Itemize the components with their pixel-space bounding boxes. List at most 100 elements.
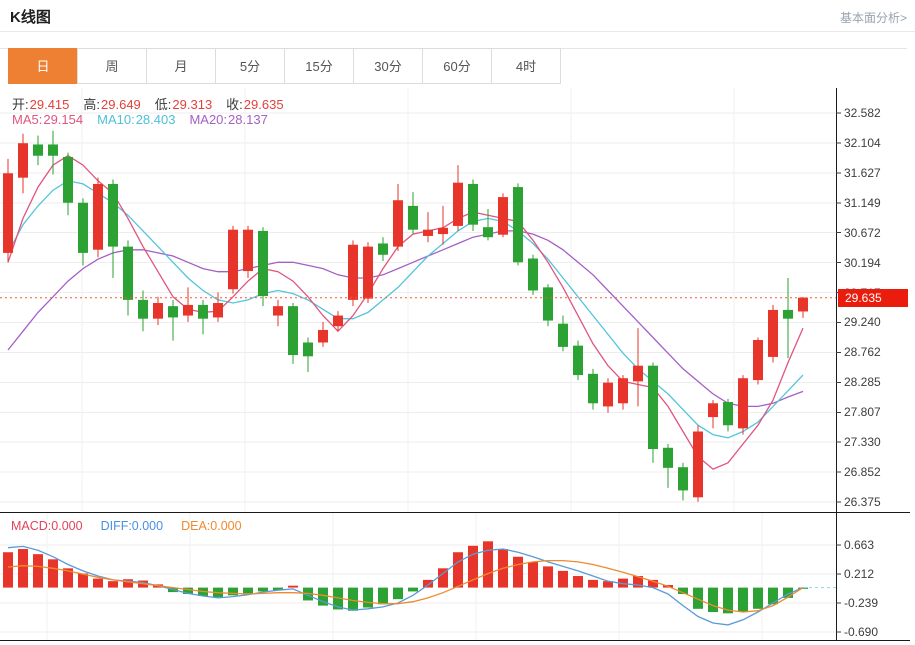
candle-body <box>393 200 403 246</box>
price-axis-label: 27.807 <box>844 405 881 419</box>
price-axis-label: 30.672 <box>844 226 881 240</box>
readout-value: 29.649 <box>101 97 141 112</box>
macd-bar <box>393 588 403 600</box>
candle-body <box>18 143 28 177</box>
price-axis-label: 31.627 <box>844 166 881 180</box>
candle-body <box>138 300 148 319</box>
macd-indicator: MACD:0.000 <box>11 519 83 533</box>
macd-bar <box>528 562 538 588</box>
macd-bar <box>363 588 373 608</box>
price-axis-label: 32.104 <box>844 136 881 150</box>
ohlc-readout: 开:29.415高:29.649低:29.313收:29.635 <box>12 94 298 113</box>
candle-body <box>213 303 223 317</box>
candle-body <box>348 245 358 300</box>
candle-body <box>753 340 763 380</box>
macd-axis-label: 0.663 <box>844 538 874 552</box>
candle-body <box>78 203 88 253</box>
price-axis-label: 30.194 <box>844 256 881 270</box>
readout-value: 28.403 <box>136 112 176 127</box>
macd-bar <box>558 571 568 588</box>
macd-bar <box>753 588 763 609</box>
macd-bar <box>288 586 298 588</box>
readout-label: MA20: <box>189 112 227 127</box>
macd-bar <box>378 588 388 605</box>
candlestick-series <box>3 131 808 502</box>
macd-bar <box>708 588 718 612</box>
candle-body <box>93 184 103 250</box>
macd-bar <box>513 557 523 588</box>
candle-body <box>318 330 328 343</box>
candle-body <box>228 230 238 290</box>
readout-label: 高: <box>83 97 100 112</box>
candle-body <box>168 306 178 317</box>
candle-body <box>183 305 193 316</box>
macd-bar <box>93 579 103 588</box>
candle-body <box>258 231 268 296</box>
candle-body <box>558 324 568 347</box>
candle-body <box>693 431 703 497</box>
readout-label: 收: <box>226 97 243 112</box>
candle-body <box>423 230 433 236</box>
macd-bar <box>243 588 253 594</box>
ma10-line <box>8 181 803 438</box>
macd-bar <box>423 580 433 588</box>
candle-body <box>633 366 643 382</box>
last-price-badge: 29.635 <box>838 289 908 307</box>
macd-bar <box>258 588 268 592</box>
macd-bar <box>33 554 43 587</box>
candle-body <box>198 305 208 319</box>
candle-body <box>108 184 118 247</box>
candle-body <box>378 243 388 254</box>
candle-body <box>723 402 733 425</box>
macd-bar <box>738 588 748 612</box>
macd-bar <box>768 588 778 605</box>
macd-axis-label: 0.212 <box>844 567 874 581</box>
candle-body <box>453 183 463 226</box>
macd-bar <box>108 581 118 587</box>
candle-body <box>783 310 793 319</box>
price-axis-label: 26.852 <box>844 465 881 479</box>
price-axis-label: 28.285 <box>844 375 881 389</box>
macd-bar <box>543 566 553 587</box>
macd-bar <box>78 573 88 587</box>
price-axis-label: 28.762 <box>844 345 881 359</box>
candle-body <box>468 184 478 225</box>
kline-widget: K线图 基本面分析> 日周月5分15分30分60分4时 32.58232.104… <box>0 0 915 645</box>
macd-readout: MACD:0.000DIFF:0.000DEA:0.000 <box>11 519 260 533</box>
macd-bar <box>18 549 28 588</box>
macd-bar <box>483 541 493 587</box>
price-axis-label: 26.375 <box>844 495 881 509</box>
candle-body <box>408 206 418 230</box>
price-axis-label: 27.330 <box>844 435 881 449</box>
readout-value: 29.415 <box>30 97 70 112</box>
candle-body <box>513 187 523 262</box>
candle-body <box>3 173 13 253</box>
macd-indicator: DIFF:0.000 <box>101 519 164 533</box>
macd-bar <box>588 580 598 588</box>
gridlines <box>0 88 836 640</box>
macd-axis-label: -0.239 <box>844 596 878 610</box>
candle-body <box>588 374 598 403</box>
candle-body <box>618 378 628 403</box>
candle-body <box>438 228 448 234</box>
macd-bar <box>348 588 358 611</box>
candle-body <box>573 346 583 375</box>
readout-value: 29.313 <box>172 97 212 112</box>
price-axis-label: 32.582 <box>844 106 881 120</box>
candle-body <box>33 144 43 155</box>
candle-body <box>48 144 58 155</box>
macd-bar <box>48 559 58 587</box>
price-axis-label: 29.240 <box>844 315 881 329</box>
candle-body <box>288 306 298 355</box>
readout-label: MA10: <box>97 112 135 127</box>
price-axis-label: 31.149 <box>844 196 881 210</box>
candle-body <box>363 247 373 299</box>
candle-body <box>768 310 778 357</box>
macd-bar <box>408 588 418 592</box>
candle-body <box>303 343 313 357</box>
macd-axis-label: -0.690 <box>844 625 878 639</box>
candle-body <box>798 298 808 312</box>
candle-body <box>123 247 133 300</box>
candle-body <box>483 227 493 237</box>
ma-readout: MA5:29.154MA10:28.403MA20:28.137 <box>12 112 282 127</box>
